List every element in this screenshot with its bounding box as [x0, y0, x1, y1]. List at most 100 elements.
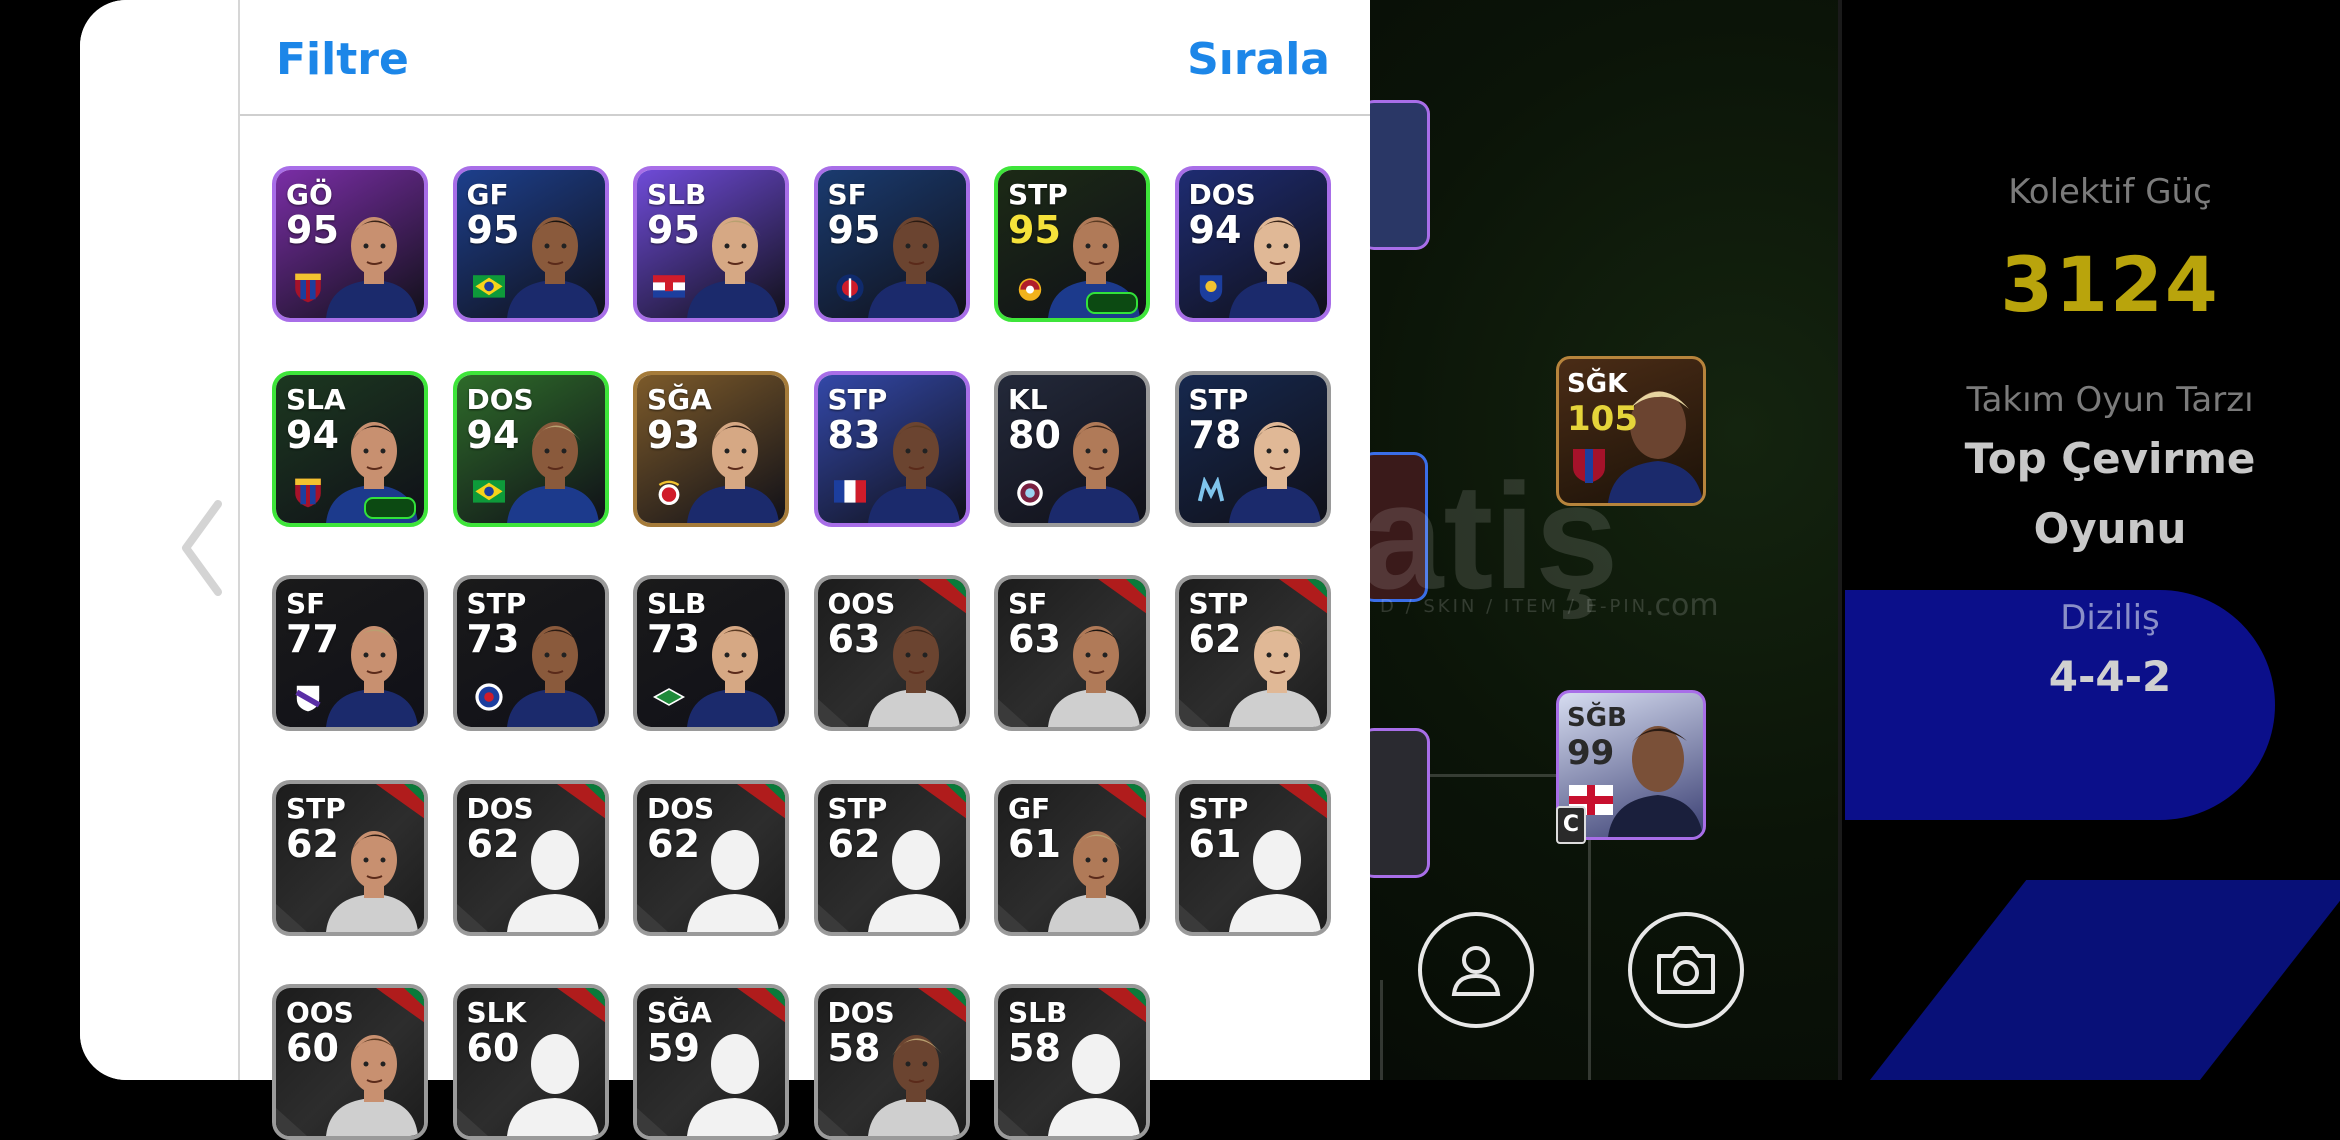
player-card[interactable]: GF 95: [452, 166, 609, 322]
om-badge-icon: [1197, 476, 1224, 501]
player-rating: 83: [827, 412, 881, 457]
skill-chip-icon: [364, 496, 416, 519]
pitch-player-card-partial[interactable]: [1360, 100, 1430, 250]
player-position: STP: [1008, 178, 1068, 211]
player-card[interactable]: SLB 58: [994, 984, 1150, 1140]
player-rating: 61: [1188, 821, 1242, 866]
player-card[interactable]: STP 95: [994, 166, 1150, 322]
psg-badge-icon: [835, 274, 864, 302]
player-rating: 95: [827, 208, 881, 252]
player-rating: 60: [466, 1026, 520, 1070]
galatasaray-badge-icon: [1018, 278, 1042, 301]
player-card[interactable]: STP 83: [813, 370, 970, 527]
player-rating: 77: [286, 617, 339, 661]
player-position: STP: [1188, 791, 1249, 825]
filter-button[interactable]: Filtre: [276, 34, 409, 85]
player-position: DOS: [827, 996, 895, 1029]
player-card[interactable]: SLB 73: [633, 575, 789, 731]
player-card[interactable]: SĞA 93: [633, 370, 789, 527]
player-position: STP: [827, 791, 888, 825]
player-position: KL: [1008, 382, 1048, 416]
player-rating: 93: [647, 412, 700, 457]
player-position: SĞB: [1567, 703, 1627, 733]
player-card[interactable]: DOS 62: [633, 779, 789, 936]
sort-button[interactable]: Sırala: [1187, 34, 1330, 85]
profile-button[interactable]: [1418, 912, 1534, 1028]
player-rating: 78: [1188, 412, 1242, 457]
panel-divider: [1838, 0, 1842, 1080]
player-position: OOS: [286, 996, 354, 1029]
player-rating: 62: [827, 821, 881, 866]
player-card[interactable]: STP 78: [1174, 370, 1331, 527]
player-card[interactable]: STP 73: [452, 575, 609, 731]
player-card[interactable]: SLB 95: [633, 166, 789, 322]
play-style-label: Takım Oyun Tarzı: [1966, 380, 2254, 420]
player-rating: 94: [1188, 208, 1242, 252]
player-card[interactable]: DOS 58: [813, 984, 970, 1140]
player-rating: 80: [1008, 412, 1061, 457]
player-card[interactable]: STP 62: [1174, 575, 1331, 731]
player-card[interactable]: STP 62: [272, 779, 428, 936]
player-rating: 63: [1008, 617, 1061, 661]
player-card[interactable]: DOS 94: [1174, 166, 1331, 322]
player-card[interactable]: SLA 94: [272, 370, 428, 527]
barca-badge-icon: [295, 273, 321, 303]
player-rating: 62: [466, 821, 520, 866]
list-header: Filtre Sırala: [240, 0, 1370, 116]
player-rating: 95: [647, 208, 700, 252]
player-position: STP: [1188, 382, 1249, 416]
player-rating: 99: [1567, 733, 1615, 773]
player-position: SĞK: [1567, 369, 1628, 399]
player-position: STP: [1188, 587, 1249, 620]
player-card[interactable]: SĞA 59: [633, 984, 789, 1140]
player-card[interactable]: SF 63: [994, 575, 1150, 731]
player-position: STP: [286, 791, 346, 825]
chevron-left-icon[interactable]: [178, 498, 228, 598]
player-rating: 62: [1188, 617, 1242, 661]
green-badge-icon: [652, 688, 686, 706]
player-position: STP: [827, 382, 888, 416]
player-rating: 105: [1567, 399, 1638, 439]
player-rating: 95: [1008, 208, 1061, 252]
player-position: SĞA: [647, 382, 712, 416]
player-card[interactable]: OOS 60: [272, 984, 428, 1140]
player-card[interactable]: STP 61: [1174, 779, 1331, 936]
player-rating: 73: [466, 617, 520, 661]
screenshot-button[interactable]: [1628, 912, 1744, 1028]
player-position: SLK: [466, 996, 527, 1029]
player-card[interactable]: SF 95: [813, 166, 970, 322]
player-position: DOS: [1188, 178, 1256, 211]
player-position: DOS: [647, 791, 715, 825]
pitch-player-card[interactable]: SĞK 105: [1556, 356, 1706, 506]
player-card[interactable]: STP 62: [813, 779, 970, 936]
formation-value[interactable]: 4-4-2: [1870, 652, 2340, 701]
collective-power-label: Kolektif Güç: [2008, 172, 2212, 212]
player-rating: 58: [1008, 1026, 1061, 1070]
player-rating: 62: [286, 821, 339, 866]
play-style-value-line1: Top Çevirme: [1964, 434, 2256, 483]
player-rating: 61: [1008, 821, 1061, 866]
pitch-player-card-partial[interactable]: [1360, 728, 1430, 878]
player-position: SLB: [647, 178, 707, 211]
france-badge-icon: [833, 479, 866, 503]
club2-badge-icon: [295, 685, 321, 712]
player-card[interactable]: SF 77: [272, 575, 428, 731]
player-card[interactable]: GÖ 95: [272, 166, 428, 322]
player-card[interactable]: KL 80: [994, 370, 1150, 527]
pitch-line: [1380, 980, 1383, 1080]
player-position: SLB: [647, 587, 707, 620]
player-rating: 59: [647, 1026, 700, 1070]
player-card[interactable]: DOS 94: [452, 370, 609, 527]
player-position: DOS: [466, 382, 534, 416]
collective-power-value: 3124: [2000, 240, 2220, 329]
rangers-badge-icon: [474, 683, 503, 711]
player-position: SĞA: [647, 996, 712, 1029]
player-card[interactable]: OOS 63: [813, 575, 970, 731]
watermark-dotcom: .com: [1645, 588, 1719, 623]
player-card[interactable]: DOS 62: [452, 779, 609, 936]
player-rating: 60: [286, 1026, 339, 1070]
player-position: GF: [1008, 791, 1051, 825]
player-position: SF: [827, 178, 867, 211]
player-card[interactable]: GF 61: [994, 779, 1150, 936]
player-card[interactable]: SLK 60: [452, 984, 609, 1140]
